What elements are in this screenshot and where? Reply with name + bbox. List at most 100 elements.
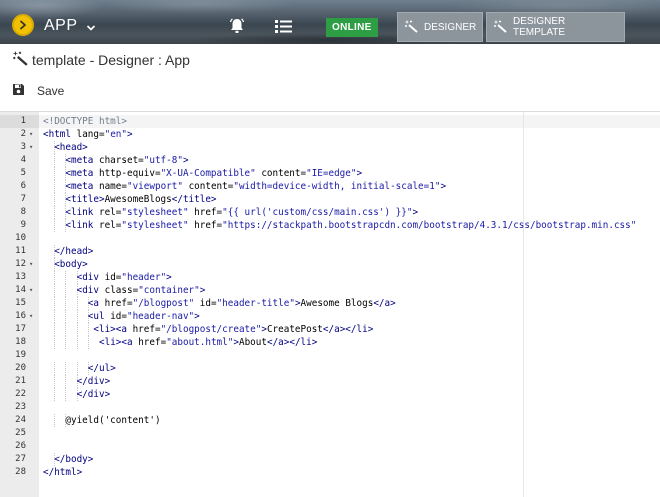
code-token: "stylesheet" — [121, 207, 189, 218]
line-number: 19 — [15, 350, 26, 360]
indent-guide — [65, 323, 67, 336]
indent-guide — [65, 336, 67, 349]
line-number: 16 — [15, 311, 26, 321]
code-token: <ul — [87, 311, 111, 322]
code-editor[interactable]: 1 <!DOCTYPE html> 2 ▾ <html lang="en"> 3 ▾ <hea… — [0, 111, 660, 497]
code-token: </a></li> — [266, 337, 318, 348]
line-number: 14 — [15, 285, 26, 295]
code-token: > — [126, 129, 133, 140]
fold-toggle-icon[interactable]: ▾ — [29, 141, 33, 154]
code-token: > — [194, 311, 200, 322]
indent-guide — [54, 219, 56, 232]
save-button[interactable]: Save — [12, 83, 64, 99]
code-text: </div> — [77, 388, 111, 401]
code-text: </div> — [77, 375, 111, 388]
line-number: 9 — [20, 220, 26, 230]
code-token: </ul> — [87, 363, 116, 374]
code-token: "header-title" — [216, 298, 295, 309]
line-number: 6 — [20, 181, 26, 191]
code-text: <head> — [54, 141, 88, 154]
line-number: 1 — [20, 116, 26, 126]
code-text: <li><a href="/blogpost/create">CreatePos… — [93, 323, 373, 336]
indent-guide — [65, 310, 67, 323]
indent-guide — [65, 362, 67, 375]
code-token: <body> — [54, 259, 88, 270]
line-number: 24 — [15, 415, 26, 425]
indent-guide — [54, 154, 56, 167]
code-token: charset= — [98, 155, 144, 166]
code-token: <link — [65, 207, 99, 218]
code-text: </html> — [43, 466, 82, 479]
indent-guide — [54, 336, 56, 349]
chevron-down-icon[interactable] — [86, 19, 96, 37]
online-status-badge: ONLINE — [326, 18, 378, 37]
code-token: class= — [104, 285, 139, 296]
code-token: rel= — [98, 220, 122, 231]
code-text: <ul id="header-nav"> — [88, 310, 200, 323]
fold-toggle-icon[interactable]: ▾ — [29, 310, 33, 323]
code-token: <div — [76, 285, 105, 296]
code-token: content= — [182, 181, 234, 192]
line-number: 12 — [15, 259, 26, 269]
list-icon[interactable] — [275, 18, 292, 40]
save-label: Save — [37, 84, 65, 98]
code-token: <link — [65, 220, 99, 231]
indent-guide — [76, 310, 78, 323]
code-token: <a — [87, 298, 105, 309]
code-token: "/blogpost" — [132, 298, 195, 309]
code-token: id= — [194, 298, 217, 309]
line-number: 23 — [15, 402, 26, 412]
line-number: 5 — [20, 168, 26, 178]
code-text: <meta http-equiv="X-UA-Compatible" conte… — [65, 167, 362, 180]
tab-designer-template[interactable]: DESIGNER TEMPLATE — [486, 12, 625, 42]
code-token: "https://stackpath.bootstrapcdn.com/boot… — [222, 220, 637, 231]
code-token: "header-nav" — [126, 311, 195, 322]
indent-guide — [65, 388, 67, 401]
fold-toggle-icon[interactable]: ▾ — [29, 128, 33, 141]
magic-wand-icon — [404, 19, 418, 36]
app-title[interactable]: APP — [44, 17, 78, 35]
line-number: 22 — [15, 389, 26, 399]
indent-guide — [87, 336, 89, 349]
tab-designer[interactable]: DESIGNER — [397, 12, 483, 42]
code-token: <head> — [54, 142, 88, 153]
code-token: "X-UA-Compatible" — [160, 168, 256, 179]
code-token: > — [182, 155, 189, 166]
indent-guide — [54, 323, 56, 336]
fold-toggle-icon[interactable]: ▾ — [29, 284, 33, 297]
code-token: @yield('content') — [65, 415, 161, 426]
code-token: <li><a — [99, 337, 139, 348]
code-token: <!DOCTYPE html> — [43, 116, 127, 127]
code-token: <title> — [65, 194, 105, 205]
code-token: </div> — [76, 376, 111, 387]
code-text: <li><a href="about.html">About</a></li> — [99, 336, 317, 349]
code-text: </body> — [54, 453, 93, 466]
top-bar: APP ONLINE DESIGNER DESIGNER TEMPLATE — [0, 0, 660, 44]
indent-guide — [54, 310, 56, 323]
code-text: <link rel="stylesheet" href="{{ url('cus… — [65, 206, 418, 219]
code-text: <link rel="stylesheet" href="https://sta… — [65, 219, 636, 232]
code-token: "{{ url('custom/css/main.css') }}" — [222, 207, 413, 218]
indent-guide — [76, 336, 78, 349]
code-token: > — [440, 181, 447, 192]
indent-guide — [65, 271, 67, 284]
code-token: "viewport" — [126, 181, 183, 192]
line-number: 13 — [15, 272, 26, 282]
code-token: > — [166, 272, 172, 283]
chevron-right-icon[interactable] — [12, 14, 34, 36]
code-token: "container" — [138, 285, 200, 296]
code-token: CreatePost — [266, 324, 323, 335]
indent-guide — [76, 362, 78, 375]
fold-toggle-icon[interactable]: ▾ — [29, 258, 33, 271]
indent-guide — [54, 284, 56, 297]
code-token: href= — [188, 220, 223, 231]
line-number: 2 — [20, 129, 26, 139]
bell-icon[interactable] — [228, 17, 246, 40]
code-token: "utf-8" — [143, 155, 183, 166]
code-token: http-equiv= — [98, 168, 161, 179]
code-token: </title> — [171, 194, 217, 205]
code-token: name= — [98, 181, 127, 192]
magic-wand-icon — [493, 19, 507, 36]
line-number: 28 — [15, 467, 26, 477]
indent-guide — [54, 193, 56, 206]
